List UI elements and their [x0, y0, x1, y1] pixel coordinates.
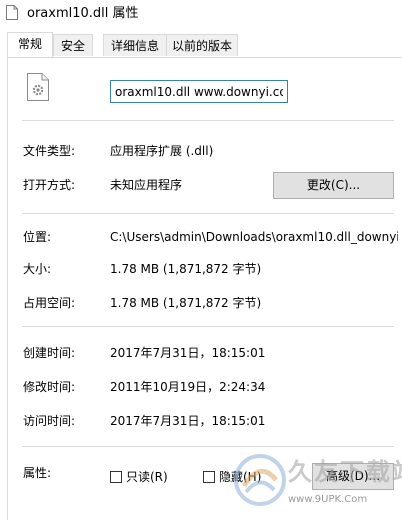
readonly-checkbox[interactable]: 只读(R) [110, 470, 180, 486]
dll-file-gear-icon [27, 73, 49, 101]
file-icon [6, 5, 18, 20]
tab-previous-versions[interactable]: 以前的版本 [166, 34, 238, 56]
created-label: 创建时间: [23, 346, 76, 360]
accessed-label: 访问时间: [23, 414, 76, 428]
separator [22, 120, 394, 121]
size-label: 大小: [23, 262, 52, 276]
tab-security[interactable]: 安全 [53, 34, 93, 56]
size-on-disk-value: 1.78 MB (1,871,872 字节) [110, 296, 262, 310]
advanced-button[interactable]: 高级(D)... [312, 463, 394, 490]
size-value: 1.78 MB (1,871,872 字节) [110, 262, 262, 276]
file-type-value: 应用程序扩展 (.dll) [110, 144, 214, 158]
file-type-label: 文件类型: [23, 144, 76, 158]
file-name-input[interactable] [110, 80, 288, 103]
general-tab-panel [7, 57, 402, 520]
readonly-checkbox-box[interactable] [110, 471, 122, 483]
readonly-checkbox-label[interactable]: 只读(R) [126, 470, 168, 485]
tab-details[interactable]: 详细信息 [103, 34, 167, 56]
tab-general[interactable]: 常规 [7, 32, 53, 57]
modified-value: 2011年10月19日，2:24:34 [110, 380, 266, 394]
window-title: oraxml10.dll 属性 [27, 6, 139, 21]
hidden-checkbox-label[interactable]: 隐藏(H) [219, 470, 261, 485]
accessed-value: 2017年7月31日，18:15:01 [110, 414, 266, 428]
hidden-checkbox[interactable]: 隐藏(H) [203, 470, 273, 486]
opens-with-label: 打开方式: [23, 178, 76, 192]
separator [22, 446, 394, 447]
change-button[interactable]: 更改(C)... [273, 172, 394, 199]
hidden-checkbox-box[interactable] [203, 471, 215, 483]
attributes-label: 属性: [23, 466, 52, 480]
separator [22, 213, 394, 214]
opens-with-value: 未知应用程序 [110, 178, 183, 192]
properties-dialog: oraxml10.dll 属性 常规 安全 详细信息 以前的版本 文件类型: 应… [0, 0, 402, 520]
location-label: 位置: [23, 230, 52, 244]
size-on-disk-label: 占用空间: [23, 296, 76, 310]
modified-label: 修改时间: [23, 380, 76, 394]
location-value: C:\Users\admin\Downloads\oraxml10.dll_do… [110, 230, 398, 244]
title-bar[interactable]: oraxml10.dll 属性 [0, 0, 402, 28]
created-value: 2017年7月31日，18:15:01 [110, 346, 266, 360]
separator [22, 326, 394, 327]
